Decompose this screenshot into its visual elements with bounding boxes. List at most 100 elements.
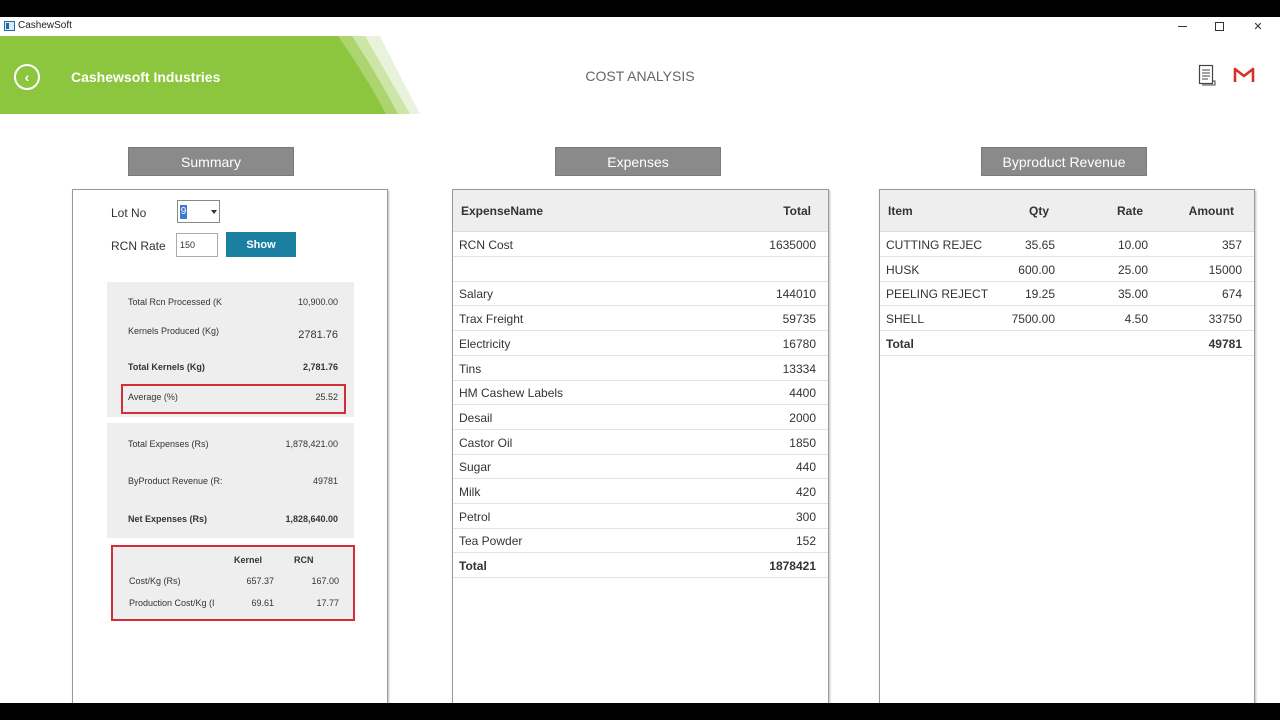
table-row[interactable]: RCN Cost 1635000	[453, 232, 828, 257]
table-row[interactable]: Tea Powder 152	[453, 528, 828, 554]
window-title: CashewSoft	[18, 20, 72, 31]
summary-row-value: 2,781.76	[302, 362, 338, 372]
expense-total-cell: 1850	[789, 435, 816, 450]
summary-row-label: Net Expenses (Rs)	[128, 514, 208, 524]
app-header: ‹ Cashewsoft Industries COST ANALYSIS	[0, 36, 1280, 114]
qty-cell: 19.25	[1024, 287, 1055, 302]
expense-total-cell: 144010	[775, 287, 816, 302]
expense-name-cell: RCN Cost	[459, 238, 514, 252]
cost-row-label: Cost/Kg (Rs)	[129, 576, 181, 586]
summary-row-value: 10,900.00	[297, 297, 338, 307]
table-row[interactable]: Trax Freight 59735	[453, 306, 828, 332]
cost-row-label: Production Cost/Kg (I	[129, 598, 215, 608]
gmail-icon[interactable]	[1233, 66, 1255, 84]
company-name: Cashewsoft Industries	[71, 69, 221, 85]
item-cell: CUTTING REJEC	[886, 238, 982, 252]
back-arrow-icon[interactable]: ‹	[14, 64, 40, 90]
summary-row-label: Total Expenses (Rs)	[128, 439, 209, 449]
item-cell: HUSK	[886, 262, 920, 277]
expense-total-cell: 440	[795, 460, 816, 475]
rate-cell: 10.00	[1117, 238, 1148, 252]
rate-cell: 4.50	[1124, 312, 1148, 327]
summary-row-label: ByProduct Revenue (R:	[128, 476, 223, 486]
summary-row-label: Total Kernels (Kg)	[128, 362, 205, 372]
qty-cell: 600.00	[1018, 262, 1055, 277]
summary-row-value: 1,878,421.00	[285, 439, 338, 449]
expense-total-cell: 4400	[789, 386, 816, 401]
expense-name-cell: Salary	[459, 287, 494, 302]
expense-name-cell: Desail	[459, 410, 493, 425]
expense-total-cell: 152	[795, 534, 816, 549]
show-button[interactable]: Show	[226, 232, 296, 257]
maximize-button[interactable]	[1199, 17, 1239, 36]
table-row[interactable]: HM Cashew Labels 4400	[453, 380, 828, 406]
table-row[interactable]: Electricity 16780	[453, 331, 828, 356]
average-highlight	[121, 384, 346, 414]
screen-bottom-bar	[0, 703, 1280, 720]
summary-row-value: 2781.76	[298, 329, 338, 341]
column-header-amount[interactable]: Amount	[1189, 204, 1234, 218]
table-header: ExpenseName Total	[453, 190, 828, 232]
byproduct-table: Item Qty Rate Amount CUTTING REJEC 35.65 1…	[879, 189, 1255, 703]
table-row[interactable]: Desail 2000	[453, 405, 828, 430]
byproduct-heading: Byproduct Revenue	[981, 147, 1147, 176]
chevron-down-icon	[211, 210, 217, 214]
table-row[interactable]: Milk 420	[453, 479, 828, 504]
app-icon	[4, 21, 15, 31]
expense-name-cell: Tea Powder	[459, 534, 523, 549]
table-row[interactable]: Total 49781	[880, 331, 1254, 356]
summary-row-value: 1,828,640.00	[285, 514, 338, 524]
lot-no-select[interactable]: 9	[177, 200, 220, 223]
table-row[interactable]: Total 1878421	[453, 553, 828, 579]
rate-cell: 25.00	[1117, 262, 1148, 277]
column-header-expense-name[interactable]: ExpenseName	[461, 204, 543, 218]
column-header-total[interactable]: Total	[783, 204, 811, 218]
amount-cell: 674	[1221, 287, 1242, 302]
table-row[interactable]: SHELL 7500.00 4.50 33750	[880, 306, 1254, 332]
item-cell: PEELING REJECT	[886, 287, 989, 302]
expense-name-cell: Tins	[459, 361, 482, 376]
summary-panel: Lot No 9 RCN Rate 150 Show Total Rcn Pro…	[72, 189, 388, 703]
expense-name-cell: Sugar	[459, 460, 492, 475]
close-button[interactable]: ✕	[1238, 17, 1278, 36]
rcn-rate-label: RCN Rate	[111, 239, 166, 253]
table-row[interactable]: Castor Oil 1850	[453, 430, 828, 455]
qty-cell: 35.65	[1024, 238, 1055, 252]
summary-row-label: Kernels Produced (Kg)	[128, 326, 220, 336]
expense-summary-box: Total Expenses (Rs) 1,878,421.00 ByProdu…	[107, 423, 354, 538]
app-window: CashewSoft ✕ ‹ Cashewsoft Industries COS…	[0, 17, 1280, 703]
expense-total-cell: 1635000	[769, 238, 816, 252]
rcn-column-header: RCN	[294, 555, 314, 565]
amount-cell: 357	[1221, 238, 1242, 252]
amount-cell: 33750	[1208, 312, 1242, 327]
expense-name-cell: Petrol	[459, 509, 491, 524]
table-row[interactable]: Salary 144010	[453, 281, 828, 307]
expenses-heading: Expenses	[555, 147, 721, 176]
cost-row-rcn: 17.77	[316, 598, 339, 608]
page-title: COST ANALYSIS	[585, 68, 695, 84]
expense-name-cell: Total	[459, 559, 487, 574]
expense-total-cell: 2000	[789, 410, 816, 425]
table-row[interactable]: CUTTING REJEC 35.65 10.00 357	[880, 232, 1254, 257]
title-bar: CashewSoft ✕	[0, 17, 1280, 36]
document-icon[interactable]	[1198, 64, 1216, 86]
table-row[interactable]: HUSK 600.00 25.00 15000	[880, 257, 1254, 282]
expense-name-cell: Trax Freight	[459, 312, 524, 327]
column-header-qty[interactable]: Qty	[1029, 204, 1049, 218]
table-row[interactable]: Sugar 440	[453, 454, 828, 480]
table-row[interactable]: PEELING REJECT 19.25 35.00 674	[880, 281, 1254, 307]
cost-row-kernel: 657.37	[246, 576, 274, 586]
rcn-rate-input[interactable]: 150	[176, 233, 218, 257]
column-header-rate[interactable]: Rate	[1117, 204, 1143, 218]
column-header-item[interactable]: Item	[888, 204, 913, 218]
summary-row-value: 49781	[312, 476, 338, 486]
table-row[interactable]: Tins 13334	[453, 356, 828, 381]
minimize-button[interactable]	[1162, 17, 1202, 36]
cost-row-kernel: 69.61	[251, 598, 274, 608]
table-row[interactable]	[453, 257, 828, 282]
table-row[interactable]: Petrol 300	[453, 504, 828, 529]
expense-name-cell: Castor Oil	[459, 435, 513, 450]
amount-cell: 49781	[1208, 336, 1242, 351]
cost-row-rcn: 167.00	[311, 576, 339, 586]
expense-total-cell: 16780	[782, 336, 816, 351]
